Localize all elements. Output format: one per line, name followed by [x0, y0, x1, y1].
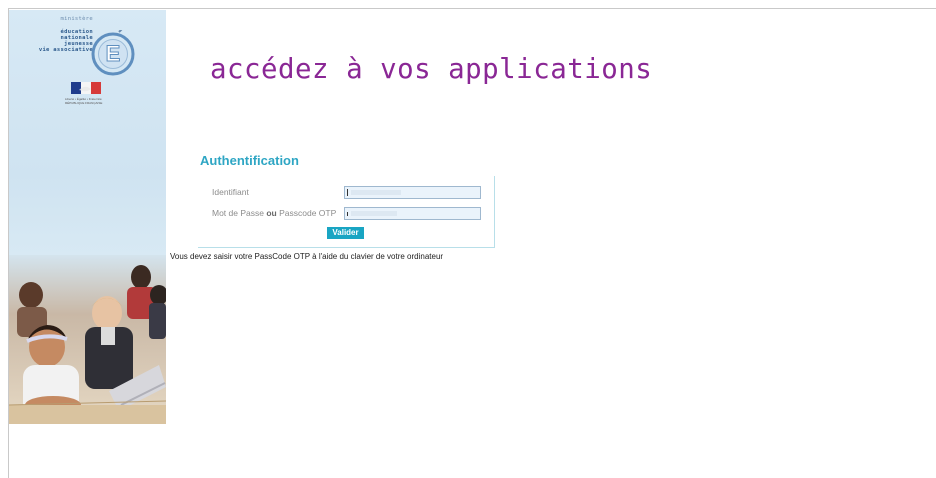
- valider-button[interactable]: Valider: [327, 227, 364, 239]
- sidebar: ministère éducation nationale jeunesse v…: [9, 10, 166, 424]
- identifiant-input[interactable]: [344, 186, 481, 199]
- ministry-logo: ministère éducation nationale jeunesse v…: [9, 14, 166, 104]
- students-photo: [9, 255, 166, 424]
- identifiant-value: [351, 190, 401, 195]
- ministry-emblem-icon: E: [91, 30, 135, 76]
- flag-caption-line-2: RÉPUBLIQUE FRANÇAISE: [65, 100, 103, 105]
- identifiant-label: Identifiant: [212, 187, 249, 197]
- auth-title: Authentification: [200, 153, 299, 168]
- ministry-line-5: vie associative: [38, 47, 93, 53]
- flag-caption: Liberté • Égalité • Fraternité RÉPUBLIQU…: [65, 97, 107, 105]
- password-dot: [347, 212, 348, 216]
- otp-instruction-note: Vous devez saisir votre PassCode OTP à l…: [170, 252, 444, 261]
- page-headline: accédez à vos applications: [210, 52, 653, 85]
- password-label: Mot de Passe ou Passcode OTP: [212, 208, 336, 218]
- password-label-part2: Passcode OTP: [276, 208, 337, 218]
- emblem-letter: E: [106, 41, 121, 66]
- password-value: [351, 211, 397, 216]
- ministry-wordmark: ministère éducation nationale jeunesse v…: [15, 16, 93, 53]
- ministry-line-1: ministère: [60, 16, 93, 22]
- republique-flag-icon: [71, 82, 101, 94]
- password-label-or: ou: [266, 208, 277, 218]
- text-caret: [347, 189, 348, 196]
- password-input[interactable]: [344, 207, 481, 220]
- password-label-part1: Mot de Passe: [212, 208, 267, 218]
